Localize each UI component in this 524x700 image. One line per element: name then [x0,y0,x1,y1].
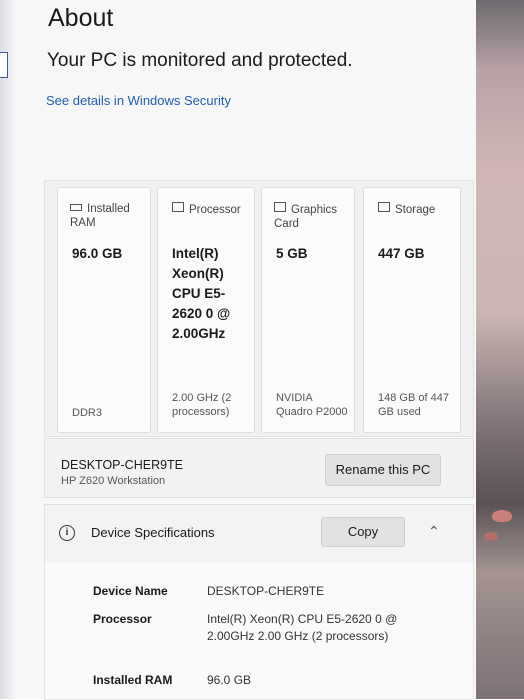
copy-button[interactable]: Copy [321,517,405,547]
device-specs-header[interactable]: i Device Specifications Copy ⌃ [44,504,474,564]
chevron-up-icon[interactable]: ⌃ [428,523,440,540]
pc-name-row: DESKTOP-CHER9TE HP Z620 Workstation Rena… [44,438,474,498]
spec-card-ram: Installed RAM 96.0 GB DDR3 [57,187,151,433]
processor-icon [172,202,184,212]
spec-row-value: Intel(R) Xeon(R) CPU E5-2620 0 @ 2.00GHz… [207,612,398,643]
spec-card-sub: 148 GB of 447 GB used [378,392,449,418]
spec-card-value: Intel(R) Xeon(R) CPU E5-2620 0 @ 2.00GHz [172,246,231,341]
spec-card-sub: DDR3 [72,407,102,419]
side-panel-button[interactable] [0,52,8,78]
page-title: About [48,4,114,32]
spec-row-value: 96.0 GB [207,673,252,687]
spec-card-label: Processor [189,204,241,216]
spec-card-sub: NVIDIA Quadro P2000 [276,392,348,418]
info-icon: i [59,525,75,541]
storage-icon [378,202,390,212]
rename-pc-button[interactable]: Rename this PC [325,454,441,486]
spec-card-processor: Processor Intel(R) Xeon(R) CPU E5-2620 0… [157,187,255,433]
spec-card-graphics: Graphics Card 5 GB NVIDIA Quadro P2000 [261,187,355,433]
spec-card-storage: Storage 447 GB 148 GB of 447 GB used [363,187,461,433]
spec-card-label: Storage [395,204,436,216]
flamingo-image [484,532,498,541]
pc-name: DESKTOP-CHER9TE [61,458,184,472]
ram-icon [70,204,82,211]
spec-card-value: 447 GB [378,246,425,261]
desktop-wallpaper [476,0,524,699]
spec-row-value: DESKTOP-CHER9TE [207,584,325,598]
spec-card-sub: 2.00 GHz (2 processors) [172,392,232,418]
pc-model: HP Z620 Workstation [61,475,166,487]
flamingo-image [492,510,512,522]
windows-security-link[interactable]: See details in Windows Security [46,93,231,108]
spec-card-value: 5 GB [276,246,308,261]
specs-cards-panel: Installed RAM 96.0 GB DDR3 Processor Int… [44,180,474,437]
spec-row-label: Installed RAM [93,673,173,687]
device-specs-body: Device Name DESKTOP-CHER9TE Processor In… [44,562,474,700]
graphics-card-icon [274,202,286,212]
protection-status: Your PC is monitored and protected. [47,50,353,71]
settings-content: About Your PC is monitored and protected… [14,0,476,700]
spec-row-label: Processor [93,612,152,626]
device-specs-title: Device Specifications [91,525,215,540]
window-left-edge [0,0,14,699]
spec-row-label: Device Name [93,584,168,598]
spec-card-value: 96.0 GB [72,246,123,261]
